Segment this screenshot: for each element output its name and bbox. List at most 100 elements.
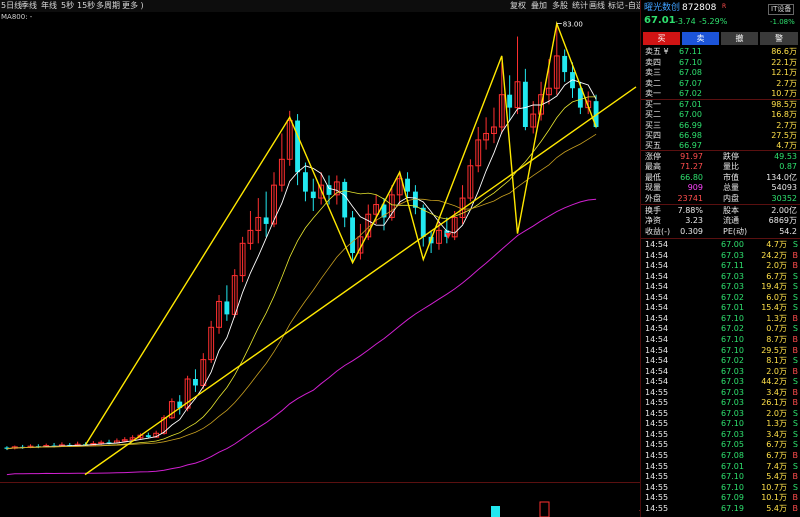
alert-button[interactable]: 警: [760, 32, 798, 45]
stat-label: 收益(-): [645, 226, 671, 236]
ask-price: 67.02: [679, 89, 702, 98]
tick-volume: 0.7万: [766, 324, 787, 334]
bid-row: 买二 67.00 16.8万: [641, 110, 800, 120]
volume-chart[interactable]: 75000: [0, 482, 640, 517]
tick-side: B: [792, 472, 799, 482]
tick-row: 14:55 67.05 6.7万 S: [641, 440, 800, 450]
ma5-line: [6, 79, 597, 450]
stat-value: 909: [687, 183, 703, 193]
bid-volume: 16.8万: [771, 110, 797, 120]
ask-volume: 10.7万: [771, 89, 797, 98]
tick-price: 67.03: [721, 387, 744, 397]
bid-volume: 27.5万: [771, 130, 797, 140]
tick-volume: 2.0万: [766, 408, 787, 418]
tab-15sec[interactable]: 15秒: [77, 0, 95, 12]
tick-volume: 19.4万: [761, 282, 787, 292]
tick-volume: 1.3万: [766, 313, 787, 323]
tick-price: 67.10: [721, 345, 744, 355]
tick-row: 14:55 67.10 10.7万 S: [641, 483, 800, 493]
stat-label: 内盘: [723, 193, 739, 203]
cancel-order-button[interactable]: 撤: [721, 32, 758, 45]
bid-price: 66.98: [679, 130, 702, 140]
stat-value: 54.2: [779, 226, 797, 236]
candle-body: [193, 379, 198, 386]
ask-price: 67.11: [679, 47, 702, 56]
sell-button[interactable]: 卖: [682, 32, 719, 45]
sector-tag[interactable]: IT设备: [768, 4, 795, 15]
ask-row: 卖四 67.10 22.1万: [641, 58, 800, 68]
tick-side: B: [792, 313, 799, 323]
overlay-button[interactable]: 叠加: [531, 0, 547, 12]
tab-5day[interactable]: 5日线: [1, 0, 22, 12]
tick-volume: 15.4万: [761, 303, 787, 313]
stat-value: 71.27: [680, 162, 703, 172]
stat-label: 股本: [723, 206, 739, 215]
tick-time: 14:54: [645, 366, 669, 376]
candle-body: [145, 435, 151, 438]
tick-row: 14:55 67.03 26.1万 B: [641, 398, 800, 408]
bid-label: 买一: [645, 100, 661, 109]
stock-code: 872808: [682, 3, 717, 13]
tick-price: 67.05: [721, 440, 744, 450]
tick-price: 67.10: [721, 472, 744, 482]
tab-season[interactable]: 季线: [21, 0, 37, 12]
bid-price: 66.99: [679, 120, 702, 130]
bid-volume: 2.7万: [776, 120, 797, 130]
tick-row: 14:55 67.10 5.4万 B: [641, 472, 800, 482]
tick-row: 14:54 67.02 6.0万 S: [641, 293, 800, 303]
stat-value: 0.309: [680, 226, 703, 236]
tick-time: 14:55: [645, 408, 669, 418]
bid-label: 买四: [645, 130, 661, 140]
tick-row: 14:54 67.10 29.5万 B: [641, 346, 800, 356]
tick-price: 67.03: [721, 377, 744, 387]
tick-side: S: [792, 271, 798, 281]
ask-price: 67.10: [679, 57, 702, 67]
stat-row: 外盘 23741 内盘 30352: [641, 194, 800, 204]
tick-time: 14:54: [645, 324, 669, 334]
tick-price: 67.08: [721, 451, 744, 460]
ask-volume: 86.6万: [771, 47, 797, 56]
multi-stock-button[interactable]: 多股: [552, 0, 568, 12]
stat-value: 49.53: [774, 152, 797, 161]
tick-time: 14:54: [645, 261, 669, 271]
tab-more[interactable]: 更多 ): [122, 0, 144, 12]
tick-volume: 1.3万: [766, 419, 787, 429]
draw-line-button[interactable]: 画线: [589, 0, 605, 12]
ask-row: 卖一 67.02 10.7万: [641, 89, 800, 99]
ask-volume: 12.1万: [771, 68, 797, 77]
buy-button[interactable]: 买: [643, 32, 680, 45]
stock-name: 曜光数创: [644, 3, 681, 13]
tick-row: 14:55 67.19 5.4万 B: [641, 504, 800, 514]
tick-time: 14:55: [645, 451, 669, 460]
ask-volume: 22.1万: [771, 57, 797, 67]
tick-side: S: [792, 482, 798, 492]
statistics-button[interactable]: 统计: [572, 0, 588, 12]
stat-label: 跌停: [723, 152, 739, 161]
tick-time: 14:55: [645, 429, 669, 439]
tab-5sec[interactable]: 5秒: [61, 0, 74, 12]
current-price: 67.01: [644, 15, 676, 26]
candle-body: [350, 217, 355, 253]
tick-price: 67.03: [721, 429, 744, 439]
tick-side: B: [792, 493, 799, 503]
kline-chart[interactable]: 80.0077.5075.0072.5070.0067.5065.0062.50…: [0, 12, 640, 482]
stat-label: 现量: [645, 183, 661, 193]
tick-price: 67.00: [721, 240, 744, 249]
tick-price: 67.03: [721, 398, 744, 408]
tick-time: 14:55: [645, 503, 669, 513]
period-toolbar: 5日线 季线 年线 5秒 15秒 多周期 更多 ) 复权 叠加 多股 统计 画线…: [0, 0, 644, 12]
bid-row: 买一 67.01 98.5万: [641, 100, 800, 110]
tick-time: 14:54: [645, 334, 669, 344]
bid-row: 买四 66.98 27.5万: [641, 131, 800, 141]
candle-body: [562, 55, 568, 73]
tab-year[interactable]: 年线: [41, 0, 57, 12]
tick-time: 14:55: [645, 472, 669, 482]
ask-volume: 2.7万: [776, 78, 797, 88]
tick-price: 67.01: [721, 461, 744, 471]
mark-button[interactable]: 标记: [608, 0, 624, 12]
tick-volume: 24.2万: [761, 250, 787, 260]
stat-label: 最高: [645, 162, 661, 172]
stat-value: 30352: [771, 193, 797, 203]
tab-multi-period[interactable]: 多周期: [96, 0, 120, 12]
restore-rights-button[interactable]: 复权: [510, 0, 526, 12]
